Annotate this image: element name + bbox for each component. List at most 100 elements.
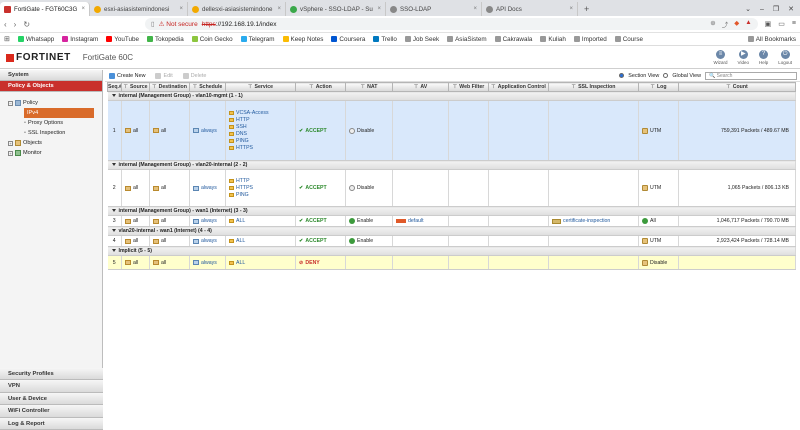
service-item[interactable]: SSH xyxy=(229,124,295,130)
dst-address[interactable]: all xyxy=(150,185,189,191)
policy-section-header[interactable]: internal (Management Group) - vlan20-int… xyxy=(107,160,796,170)
dst-address[interactable]: all xyxy=(150,238,189,244)
reload-icon[interactable]: ↻ xyxy=(23,20,30,29)
collapse-triangle-icon[interactable] xyxy=(111,163,116,167)
brave-shield-icon[interactable]: ◆ xyxy=(734,19,739,29)
src-address[interactable]: all xyxy=(122,185,149,191)
service-item[interactable]: VCSA-Access xyxy=(229,110,295,116)
sidebar-toggle-icon[interactable]: ▣ xyxy=(765,20,772,28)
service-item[interactable]: HTTP xyxy=(229,178,295,184)
filter-icon[interactable]: ⊤ xyxy=(123,84,128,90)
dst-address[interactable]: all xyxy=(150,218,189,224)
wallet-icon[interactable]: ▭ xyxy=(778,20,785,28)
policy-row[interactable]: 2 all all always HTTP HTTPS PING ✔ ACCEPT Disable… xyxy=(107,169,796,207)
browser-tab[interactable]: esxi-asiasistemindonesi × xyxy=(90,2,188,16)
tree-node-monitor[interactable]: + Monitor xyxy=(8,148,102,158)
schedule-object[interactable]: always xyxy=(190,218,225,224)
collapse-triangle-icon[interactable] xyxy=(111,94,116,98)
maximize-icon[interactable]: ❐ xyxy=(773,5,779,13)
av-profile[interactable]: default xyxy=(393,218,448,224)
help-button[interactable]: ? Help xyxy=(759,50,768,65)
tab-close-icon[interactable]: × xyxy=(470,6,477,12)
collapse-triangle-icon[interactable] xyxy=(111,229,116,233)
bookmark-item[interactable]: Coursera xyxy=(331,36,365,43)
policy-section-header[interactable]: internal (Management Group) - wan1 (Inte… xyxy=(107,206,796,216)
bookmark-item[interactable]: Trello xyxy=(373,36,397,43)
service-item[interactable]: DNS xyxy=(229,131,295,137)
browser-tab[interactable]: FortiGate - FGT60C3G × xyxy=(0,2,90,16)
close-window-icon[interactable]: ✕ xyxy=(788,5,794,13)
dst-address[interactable]: all xyxy=(150,128,189,134)
column-header[interactable]: ⊤ Service xyxy=(225,82,296,92)
delete-button[interactable]: Delete xyxy=(182,72,206,79)
service-item[interactable]: ALL xyxy=(229,238,295,244)
column-header[interactable]: ⊤ Schedule xyxy=(189,82,226,92)
filter-icon[interactable]: ⊤ xyxy=(248,84,253,90)
search-input[interactable]: 🔍 Search xyxy=(705,71,797,80)
src-address[interactable]: all xyxy=(122,218,149,224)
filter-icon[interactable]: ⊤ xyxy=(650,84,655,90)
filter-icon[interactable]: ⊤ xyxy=(491,84,496,90)
policy-row[interactable]: 4 all all always ALL ✔ ACCEPT Enable UTM 2,923,42… xyxy=(107,235,796,247)
url-field[interactable]: ▯ ⚠ Not secure https://192.168.19.1/inde… xyxy=(145,18,758,30)
sidebar-section-security-profiles[interactable]: Security Profiles xyxy=(0,367,103,380)
filter-icon[interactable]: ⊤ xyxy=(193,84,198,90)
filter-icon[interactable]: ⊤ xyxy=(309,84,314,90)
sidebar-section-user-device[interactable]: User & Device xyxy=(0,392,103,405)
expand-icon[interactable]: + xyxy=(8,140,13,146)
browser-tab[interactable]: SSO-LDAP × xyxy=(386,2,482,16)
collapse-triangle-icon[interactable] xyxy=(111,249,116,253)
column-header[interactable]: ⊤ Web Filter xyxy=(448,82,489,92)
bookmark-item[interactable]: Cakrawala xyxy=(494,36,532,43)
bookmark-item[interactable]: YouTube xyxy=(106,36,139,43)
column-header[interactable]: ⊤ NAT xyxy=(345,82,393,92)
browser-tab[interactable]: dellesxi-asiasistemindone × xyxy=(188,2,286,16)
column-header[interactable]: Seq.# xyxy=(107,82,122,92)
service-item[interactable]: ALL xyxy=(229,218,295,224)
bookmark-item[interactable]: Coin Gecko xyxy=(191,36,233,43)
bookmark-item[interactable]: Course xyxy=(614,36,643,43)
zoom-icon[interactable]: ⊕ xyxy=(710,19,715,29)
edit-button[interactable]: Edit xyxy=(155,72,173,79)
bookmark-item[interactable]: Job Seek xyxy=(404,36,439,43)
column-header[interactable]: ⊤ Count xyxy=(678,82,796,92)
apps-grid-icon[interactable]: ⊞ xyxy=(4,35,10,43)
column-header[interactable]: ⊤ SSL Inspection xyxy=(548,82,639,92)
policy-section-header[interactable]: internal (Management Group) - vlan10-mgm… xyxy=(107,91,796,101)
browser-tab[interactable]: API Docs × xyxy=(482,2,578,16)
expand-icon[interactable]: + xyxy=(8,150,13,156)
tree-node-proxy-options[interactable]: • Proxy Options xyxy=(8,118,102,128)
tree-node-ipv4[interactable]: IPv4 xyxy=(8,108,102,118)
all-bookmarks-button[interactable]: All Bookmarks xyxy=(747,36,796,43)
src-address[interactable]: all xyxy=(122,128,149,134)
bookmark-item[interactable]: Imported xyxy=(573,36,607,43)
bookmark-item[interactable]: Kuliah xyxy=(540,36,566,43)
bookmark-item[interactable]: AsiaSistem xyxy=(447,36,487,43)
column-header[interactable]: ⊤ Application Control xyxy=(488,82,549,92)
schedule-object[interactable]: always xyxy=(190,260,225,266)
sidebar-section-system[interactable]: System xyxy=(0,70,102,81)
src-address[interactable]: all xyxy=(122,238,149,244)
wizard-button[interactable]: ≡ Wizard xyxy=(714,50,728,65)
bookmark-item[interactable]: Keep Notes xyxy=(282,36,323,43)
filter-icon[interactable]: ⊤ xyxy=(572,84,577,90)
global-view-radio[interactable] xyxy=(663,73,669,78)
filter-icon[interactable]: ⊤ xyxy=(453,84,458,90)
tab-close-icon[interactable]: × xyxy=(78,6,85,12)
policy-row[interactable]: 5 all all always ALL ⊘ DENY Disable xyxy=(107,255,796,270)
schedule-object[interactable]: always xyxy=(190,128,225,134)
service-item[interactable]: HTTPS xyxy=(229,185,295,191)
logout-button[interactable]: ⏻ Logout xyxy=(778,50,792,65)
tab-close-icon[interactable]: × xyxy=(176,6,183,12)
policy-section-header[interactable]: Implicit (5 - 5) xyxy=(107,246,796,256)
column-header[interactable]: ⊤ Action xyxy=(295,82,346,92)
new-tab-button[interactable]: + xyxy=(578,2,595,16)
sidebar-section-log-report[interactable]: Log & Report xyxy=(0,417,103,430)
tab-close-icon[interactable]: × xyxy=(566,6,573,12)
service-item[interactable]: HTTPS xyxy=(229,145,295,151)
column-header[interactable]: ⊤ AV xyxy=(392,82,449,92)
schedule-object[interactable]: always xyxy=(190,185,225,191)
not-secure-warning[interactable]: ⚠ Not secure xyxy=(159,20,198,28)
service-item[interactable]: ALL xyxy=(229,260,295,266)
sidebar-section-policy-objects[interactable]: Policy & Objects xyxy=(0,81,102,92)
